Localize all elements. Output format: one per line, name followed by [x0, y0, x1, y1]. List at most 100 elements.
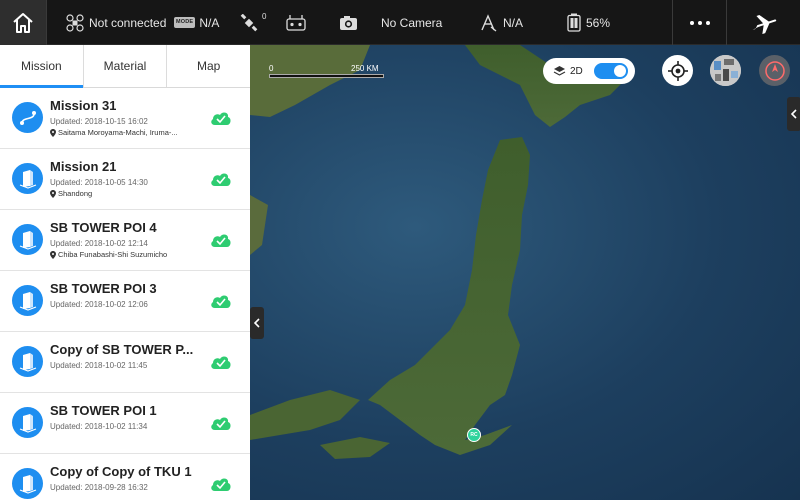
mission-list: Mission 31 Updated: 2018-10-15 16:02 Saita…: [0, 88, 250, 500]
mission-name: Copy of SB TOWER P...: [50, 342, 194, 357]
building-icon: [12, 163, 43, 194]
layers-icon: [553, 66, 566, 76]
mission-location-text: Shandong: [58, 189, 93, 198]
home-icon: [13, 12, 33, 33]
map-thumbnail-icon: [710, 55, 741, 86]
battery-status: 56%: [567, 0, 610, 45]
mission-list-item[interactable]: Mission 21 Updated: 2018-10-05 14:30 Shand…: [0, 149, 250, 210]
collapse-sidebar-handle[interactable]: [250, 307, 264, 339]
drone-icon: [66, 13, 84, 32]
location-pin-icon: [50, 128, 56, 137]
mission-list-item[interactable]: SB TOWER POI 3 Updated: 2018-10-02 12:06: [0, 271, 250, 332]
mission-location: Saitama Moroyama-Machi, Iruma-...: [50, 128, 178, 137]
aircraft-connection-status: Not connected: [66, 0, 166, 45]
tab-map[interactable]: Map: [167, 45, 250, 87]
rc-location-marker[interactable]: RC: [467, 428, 481, 442]
mission-updated: Updated: 2018-09-28 16:32: [50, 483, 148, 492]
airplane-icon: [752, 14, 777, 34]
cloud-synced-icon: [210, 476, 232, 497]
mission-sidebar: Mission Material Map Mission 31 Updated: …: [0, 45, 250, 500]
remote-controller-status: [285, 0, 307, 45]
mission-list-item[interactable]: Mission 31 Updated: 2018-10-15 16:02 Saita…: [0, 88, 250, 149]
mission-location: Shandong: [50, 189, 92, 198]
battery-icon: [567, 13, 581, 32]
route-icon: [12, 102, 43, 133]
mission-name: SB TOWER POI 1: [50, 403, 157, 418]
view-switch[interactable]: [594, 63, 628, 79]
building-icon: [12, 285, 43, 316]
compass-button[interactable]: [759, 55, 790, 86]
mission-name: SB TOWER POI 4: [50, 220, 157, 235]
fly-button[interactable]: [728, 0, 800, 45]
building-icon: [12, 346, 43, 377]
mission-location-text: Saitama Moroyama-Machi, Iruma-...: [58, 128, 178, 137]
mission-updated: Updated: 2018-10-02 11:45: [50, 361, 148, 370]
expand-right-panel-handle[interactable]: [787, 97, 800, 131]
mission-list-item[interactable]: SB TOWER POI 1 Updated: 2018-10-02 11:34: [0, 393, 250, 454]
chevron-left-icon: [253, 318, 260, 328]
building-icon: [12, 224, 43, 255]
mission-updated: Updated: 2018-10-05 14:30: [50, 178, 148, 187]
top-status-bar: Not connected MODE N/A 0 No Camera N/A 5…: [0, 0, 800, 45]
more-dot-icon: [697, 20, 702, 25]
cloud-synced-icon: [210, 110, 232, 131]
tab-mission[interactable]: Mission: [0, 45, 84, 88]
battery-percent: 56%: [586, 15, 611, 30]
mode-badge: MODE: [174, 17, 196, 28]
shikoku-landmass: [320, 437, 390, 459]
flight-mode-status: MODE N/A: [174, 0, 219, 45]
mission-updated: Updated: 2018-10-02 12:06: [50, 300, 148, 309]
view-2d-toggle[interactable]: 2D: [543, 58, 635, 84]
mission-list-item[interactable]: SB TOWER POI 4 Updated: 2018-10-02 12:14 C…: [0, 210, 250, 271]
cloud-synced-icon: [210, 415, 232, 436]
mission-name: SB TOWER POI 3: [50, 281, 157, 296]
more-dot-icon: [689, 20, 694, 25]
building-icon: [12, 468, 43, 499]
kyushu-landmass: [250, 390, 360, 440]
location-pin-icon: [50, 250, 56, 259]
obstacle-sensing-status: N/A: [479, 0, 523, 45]
map-scale-zero: 0: [269, 64, 274, 73]
mission-name: Mission 31: [50, 98, 117, 113]
map-terrain: [250, 45, 630, 459]
remote-controller-icon: [286, 14, 306, 31]
camera-status-text: No Camera: [381, 15, 443, 30]
mission-list-item[interactable]: Copy of Copy of TKU 1 Updated: 2018-09-28…: [0, 454, 250, 500]
mission-name: Copy of Copy of TKU 1: [50, 464, 192, 479]
obstacle-value: N/A: [503, 15, 524, 30]
mainland-landmass: [250, 45, 370, 117]
view-toggle-label: 2D: [570, 65, 583, 77]
cloud-synced-icon: [210, 171, 232, 192]
compass-icon: [764, 60, 785, 81]
mission-updated: Updated: 2018-10-15 16:02: [50, 117, 148, 126]
mission-updated: Updated: 2018-10-02 12:14: [50, 239, 148, 248]
cloud-synced-icon: [210, 232, 232, 253]
honshu-landmass: [368, 137, 530, 455]
crosshair-icon: [667, 60, 688, 81]
gps-status: [240, 0, 258, 45]
mission-list-item[interactable]: Copy of SB TOWER P... Updated: 2018-10-02…: [0, 332, 250, 393]
camera-status: No Camera: [339, 0, 442, 45]
map-view[interactable]: [250, 45, 800, 500]
satellite-icon: [240, 13, 258, 31]
locate-button[interactable]: [662, 55, 693, 86]
location-pin-icon: [50, 189, 56, 198]
tab-material[interactable]: Material: [84, 45, 168, 87]
more-options-button[interactable]: [672, 0, 727, 45]
map-style-button[interactable]: [710, 55, 741, 86]
obstacle-sensing-icon: [481, 13, 497, 32]
sidebar-tabs: Mission Material Map: [0, 45, 250, 88]
building-icon: [12, 407, 43, 438]
mission-name: Mission 21: [50, 159, 117, 174]
mission-location-text: Chiba Funabashi-Shi Suzumicho: [58, 250, 168, 259]
mission-updated: Updated: 2018-10-02 11:34: [50, 422, 148, 431]
map-scale-label: 250 KM: [351, 64, 379, 73]
connection-status-text: Not connected: [89, 15, 167, 30]
cloud-synced-icon: [210, 354, 232, 375]
home-button[interactable]: [0, 0, 47, 45]
korea-landmass: [250, 195, 268, 255]
cloud-synced-icon: [210, 293, 232, 314]
map-scale-bar: [269, 74, 384, 78]
chevron-left-icon: [790, 109, 797, 119]
gps-count: 0: [262, 12, 267, 21]
